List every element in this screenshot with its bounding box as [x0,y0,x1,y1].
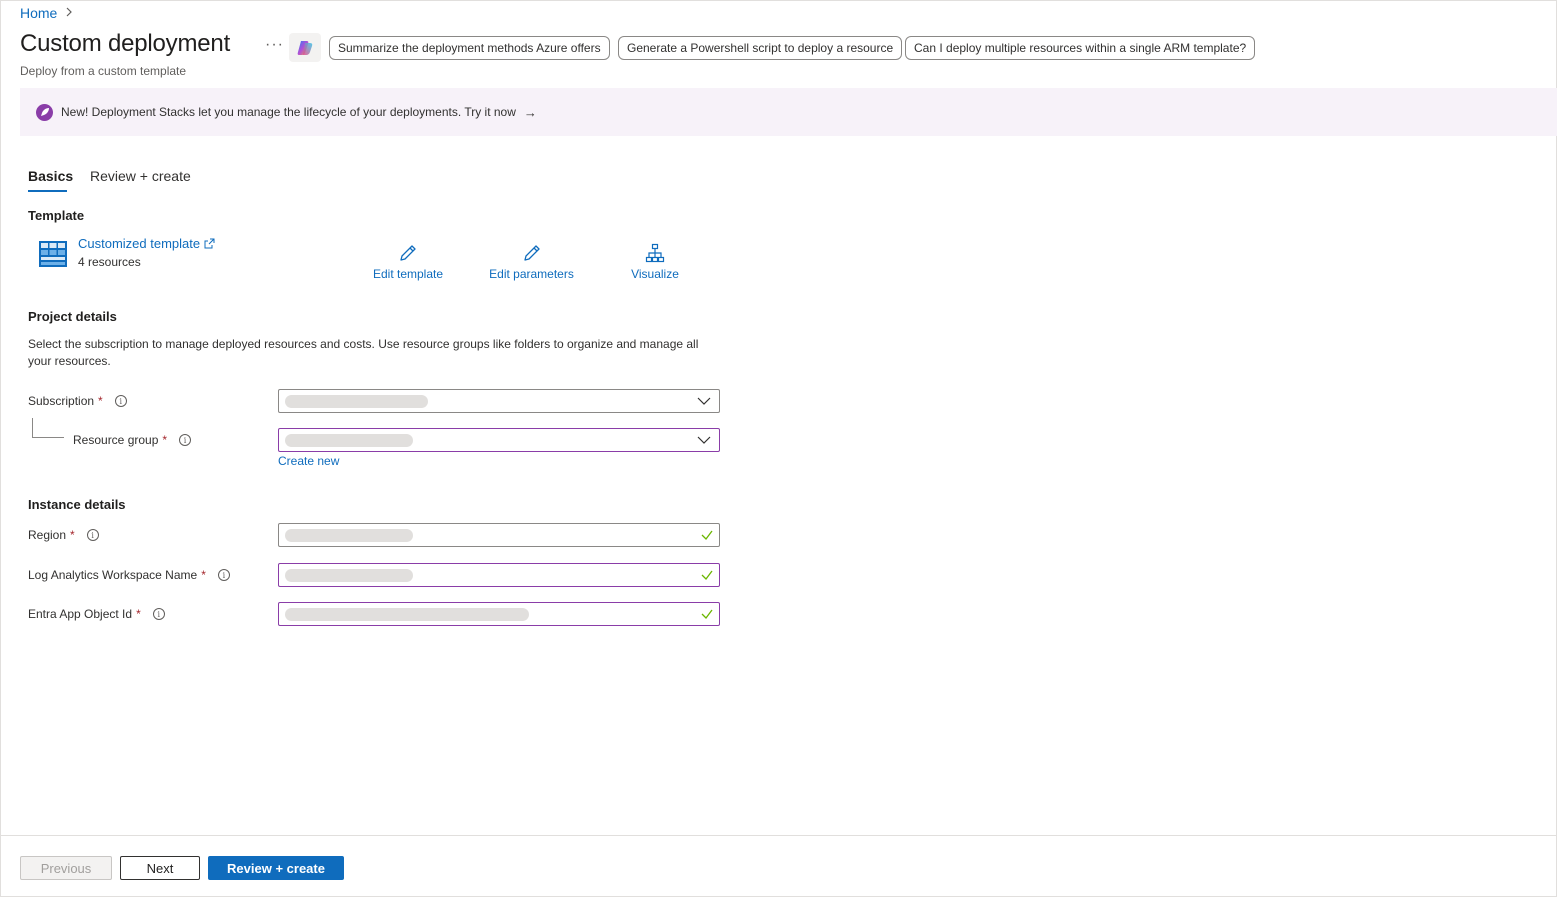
region-label: Region * i [28,528,99,542]
checkmark-icon [701,530,713,540]
info-icon[interactable]: i [179,434,192,446]
required-marker: * [70,528,75,542]
breadcrumb: Home [20,5,73,21]
arrow-right-icon: → [523,104,537,120]
chevron-right-icon [65,6,73,20]
external-link-icon[interactable] [204,238,215,249]
copilot-icon [297,40,313,55]
chevron-down-icon [697,436,711,444]
required-marker: * [136,607,141,621]
visualize-label: Visualize [631,267,679,281]
customized-template-link[interactable]: Customized template [78,236,200,251]
subscription-label-text: Subscription [28,394,95,408]
create-new-link[interactable]: Create new [278,454,339,468]
edit-template-label: Edit template [372,267,444,281]
tree-connector [32,418,64,438]
copilot-suggestion-chip[interactable]: Summarize the deployment methods Azure o… [329,36,610,60]
edit-parameters-label: Edit parameters [489,267,574,281]
template-heading: Template [28,208,85,223]
redacted-value [285,608,529,621]
instance-details-heading: Instance details [28,497,126,512]
entra-app-object-id-label: Entra App Object Id * i [28,607,165,621]
subscription-label: Subscription * i [28,394,127,408]
visualize-button[interactable]: Visualize [628,243,682,281]
project-details-description: Select the subscription to manage deploy… [28,337,699,368]
resource-group-label: Resource group * i [73,433,192,447]
copilot-button[interactable] [289,33,321,62]
template-resource-count: 4 resources [78,255,141,269]
footer-divider [1,835,1556,836]
page-title: Custom deployment [20,30,231,57]
workspace-name-input[interactable] [278,563,720,587]
template-link-row: Customized template [78,236,215,251]
rocket-icon [36,103,53,121]
info-icon[interactable]: i [217,569,230,581]
workspace-name-label: Log Analytics Workspace Name * i [28,568,230,582]
resource-group-label-text: Resource group [73,433,159,447]
project-details-heading: Project details [28,309,117,324]
region-label-text: Region [28,528,67,542]
more-options-icon[interactable]: ··· [265,36,284,54]
next-button[interactable]: Next [120,856,200,880]
deployment-stacks-banner[interactable]: New! Deployment Stacks let you manage th… [20,88,1557,136]
tab-basics[interactable]: Basics [28,168,73,184]
required-marker: * [162,433,168,447]
banner-text: New! Deployment Stacks let you manage th… [61,105,516,119]
page-subtitle: Deploy from a custom template [20,64,187,78]
entra-app-object-id-input[interactable] [278,602,720,626]
edit-template-button[interactable]: Edit template [370,243,446,281]
hierarchy-icon [645,243,665,263]
info-icon[interactable]: i [86,529,99,541]
tab-review-create[interactable]: Review + create [90,168,191,184]
info-icon[interactable]: i [152,608,165,620]
pencil-icon [400,245,416,261]
edit-parameters-button[interactable]: Edit parameters [486,243,577,281]
previous-button[interactable]: Previous [20,856,112,880]
workspace-name-label-text: Log Analytics Workspace Name [28,568,198,582]
chevron-down-icon [697,397,711,405]
required-marker: * [98,394,103,408]
active-tab-indicator [28,190,67,192]
redacted-value [285,569,413,582]
pencil-icon [523,245,540,261]
template-grid-icon [39,241,67,270]
resource-group-dropdown[interactable] [278,428,720,452]
redacted-value [285,434,413,447]
subscription-dropdown[interactable] [278,389,720,413]
checkmark-icon [701,570,713,580]
required-marker: * [201,568,206,582]
info-icon[interactable]: i [114,395,127,407]
review-create-button[interactable]: Review + create [208,856,344,880]
copilot-suggestion-chip[interactable]: Generate a Powershell script to deploy a… [618,36,903,60]
redacted-value [285,395,428,408]
breadcrumb-home-link[interactable]: Home [20,5,57,21]
copilot-suggestion-chip[interactable]: Can I deploy multiple resources within a… [905,36,1256,60]
redacted-value [285,529,413,542]
entra-app-object-id-label-text: Entra App Object Id [28,607,133,621]
checkmark-icon [701,609,713,619]
region-input[interactable] [278,523,720,547]
